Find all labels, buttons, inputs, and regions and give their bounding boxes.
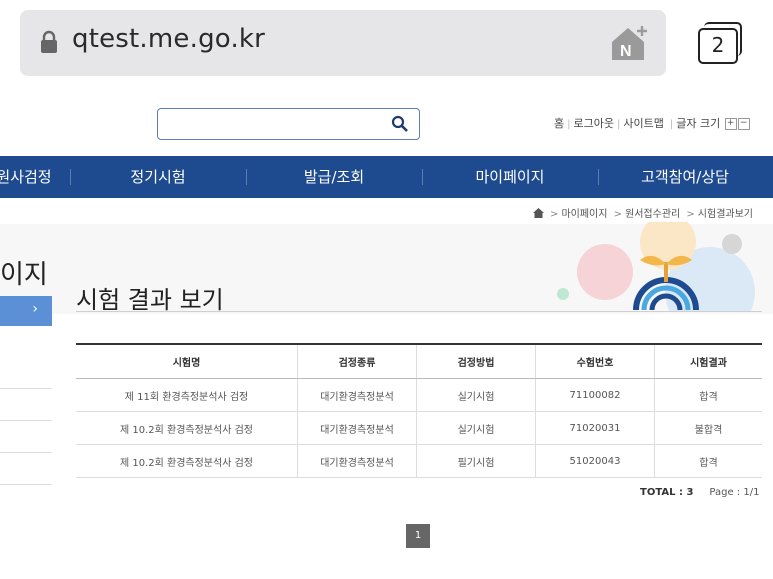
gnb-item-issue-inquiry[interactable]: 발급/조회 <box>286 156 382 198</box>
cell-result: 합격 <box>654 444 762 478</box>
col-header-exam-number: 수험번호 <box>535 343 655 379</box>
home-icon[interactable] <box>532 208 544 218</box>
breadcrumb: > 마이페이지 > 원서접수관리 > 시험결과보기 <box>532 205 753 220</box>
result-summary: TOTAL : 3 Page : 1/1 <box>640 487 759 498</box>
search-icon[interactable] <box>391 115 409 133</box>
logout-link[interactable]: 로그아웃 <box>574 115 614 131</box>
nav-divider <box>70 169 71 185</box>
naver-add-icon[interactable]: N <box>608 24 650 62</box>
sidebar-divider <box>0 452 52 453</box>
col-header-exam-name: 시험명 <box>76 343 298 379</box>
address-bar[interactable]: qtest.me.go.kr N <box>20 10 666 76</box>
table-row: 제 10.2회 환경측정분석사 검정 대기환경측정분석 실기시험 7102003… <box>76 411 762 445</box>
svg-text:N: N <box>620 43 632 60</box>
breadcrumb-item[interactable]: 원서접수관리 <box>625 209 680 220</box>
cell-exam-number: 71020031 <box>535 411 655 445</box>
cell-exam-name: 제 10.2회 환경측정분석사 검정 <box>76 444 298 478</box>
utility-links: 홈 | 로그아웃 | 사이트맵 | 글자 크기 + − <box>554 115 750 131</box>
sidebar-divider <box>0 388 52 389</box>
gnb-item-exam-apply[interactable]: 원사검정 <box>0 156 68 198</box>
decorative-illustration <box>557 222 755 312</box>
col-header-exam-type: 검정종류 <box>297 343 417 379</box>
cell-exam-type: 대기환경측정분석 <box>297 411 417 445</box>
table-row: 제 11회 환경측정분석사 검정 대기환경측정분석 실기시험 71100082 … <box>76 378 762 412</box>
sidebar-divider <box>0 484 52 485</box>
font-size-label: 글자 크기 <box>676 117 721 130</box>
font-increase-button[interactable]: + <box>724 118 737 130</box>
lock-icon <box>41 30 57 53</box>
cell-exam-name: 제 11회 환경측정분석사 검정 <box>76 378 298 412</box>
cell-result: 불합격 <box>654 411 762 445</box>
cell-exam-method: 필기시험 <box>416 444 536 478</box>
cell-exam-number: 51020043 <box>535 444 655 478</box>
cell-exam-type: 대기환경측정분석 <box>297 378 417 412</box>
font-decrease-button[interactable]: − <box>737 118 750 130</box>
nav-divider <box>422 169 423 185</box>
gnb-item-regular-exam[interactable]: 정기시험 <box>110 156 206 198</box>
tab-count: 2 <box>698 28 738 64</box>
breadcrumb-item[interactable]: 시험결과보기 <box>698 209 753 220</box>
exam-result-table: 시험명 검정종류 검정방법 수험번호 시험결과 제 11회 환경측정분석사 검정… <box>76 343 762 478</box>
global-nav: 원사검정 정기시험 발급/조회 마이페이지 고객참여/상담 <box>0 156 773 198</box>
page-title: 시험 결과 보기 <box>76 286 224 314</box>
col-header-exam-method: 검정방법 <box>416 343 536 379</box>
cell-exam-number: 71100082 <box>535 378 655 412</box>
cell-exam-method: 실기시험 <box>416 411 536 445</box>
site-search-input[interactable] <box>157 108 420 140</box>
nav-divider <box>246 169 247 185</box>
col-header-result: 시험결과 <box>654 343 762 379</box>
pagination-current-page[interactable]: 1 <box>406 524 430 548</box>
sidebar-divider <box>0 420 52 421</box>
browser-bar: qtest.me.go.kr N 2 <box>0 0 773 92</box>
title-divider <box>76 311 762 312</box>
breadcrumb-item[interactable]: 마이페이지 <box>561 209 607 220</box>
table-row: 제 10.2회 환경측정분석사 검정 대기환경측정분석 필기시험 5102004… <box>76 444 762 478</box>
sidebar-title: 이지 <box>0 260 48 290</box>
total-count: TOTAL : 3 <box>640 487 694 498</box>
sitemap-link[interactable]: 사이트맵 <box>623 115 663 131</box>
cell-result: 합격 <box>654 378 762 412</box>
tabs-button[interactable]: 2 <box>698 22 742 64</box>
nav-divider <box>598 169 599 185</box>
cell-exam-type: 대기환경측정분석 <box>297 444 417 478</box>
sidebar-item-active[interactable] <box>0 296 52 326</box>
home-link[interactable]: 홈 <box>554 115 564 131</box>
table-header-row: 시험명 검정종류 검정방법 수험번호 시험결과 <box>76 343 762 379</box>
url-text: qtest.me.go.kr <box>72 24 266 54</box>
gnb-item-mypage[interactable]: 마이페이지 <box>462 156 558 198</box>
gnb-item-customer[interactable]: 고객참여/상담 <box>626 156 744 198</box>
cell-exam-method: 실기시험 <box>416 378 536 412</box>
cell-exam-name: 제 10.2회 환경측정분석사 검정 <box>76 411 298 445</box>
page-info: Page : 1/1 <box>709 487 760 498</box>
